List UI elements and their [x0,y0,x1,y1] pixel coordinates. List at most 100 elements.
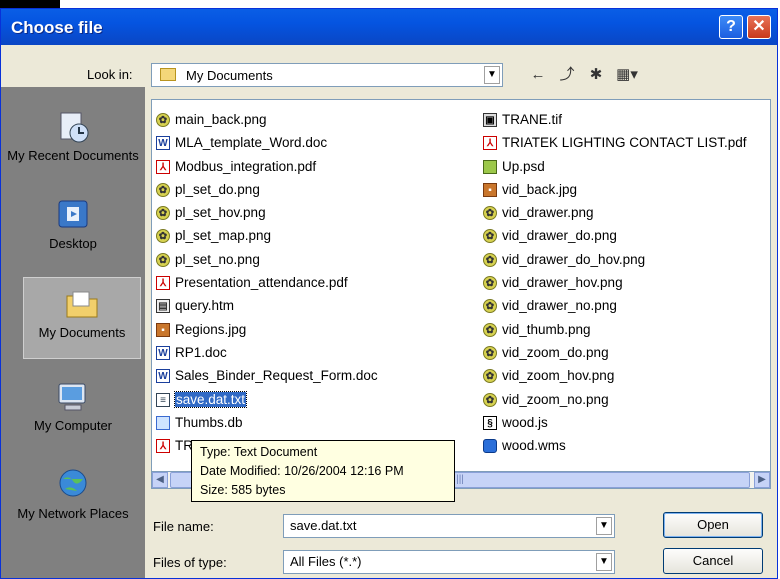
close-button[interactable]: ✕ [747,15,771,39]
word-document-icon: W [156,136,170,151]
scroll-right-arrow-icon[interactable]: ▶ [754,472,770,488]
chevron-down-icon[interactable]: ▼ [596,517,612,535]
network-places-icon [59,469,87,497]
place-label: My Recent Documents [7,148,139,163]
file-column: ▣ TRANE.tif ⅄ TRIATEK LIGHTING CONTACT LIS… [482,108,747,457]
place-label: Desktop [49,236,97,251]
place-my-documents[interactable]: My Documents [23,277,141,359]
file-type-value: All Files (*.*) [290,554,362,569]
file-name-value: save.dat.txt [290,518,357,533]
title-bar[interactable]: Choose file ? ✕ [1,9,777,45]
look-in-dropdown[interactable]: My Documents ▼ [151,63,503,87]
up-folder-icon[interactable]: ⤴ [557,65,577,85]
file-column: ✿ main_back.png W MLA_template_Word.doc ⅄ M… [155,108,378,457]
list-item[interactable]: W MLA_template_Word.doc [155,131,378,154]
list-item[interactable]: ⅄ TRIATEK LIGHTING CONTACT LIST.pdf [482,131,747,154]
image-file-icon: ✿ [483,322,497,337]
image-file-icon: ✿ [483,206,497,221]
cancel-button[interactable]: Cancel [663,548,763,574]
chevron-down-icon[interactable]: ▼ [484,66,500,84]
text-file-icon: ≡ [156,392,170,407]
place-network-places[interactable]: My Network Places [1,467,145,521]
look-in-value: My Documents [186,68,273,83]
image-file-icon: ✿ [483,345,497,360]
list-item[interactable]: ✿ vid_drawer_hov.png [482,271,747,294]
new-folder-icon[interactable]: ✱ [585,65,607,85]
jpeg-file-icon: ▪ [483,182,497,197]
list-item[interactable]: ✿ vid_zoom_do.png [482,341,747,364]
list-item[interactable]: W Sales_Binder_Request_Form.doc [155,364,378,387]
list-item[interactable]: ⅄ Presentation_attendance.pdf [155,271,378,294]
html-file-icon: ▤ [156,299,170,314]
word-document-icon: W [156,345,170,360]
list-item[interactable]: § wood.js [482,411,747,434]
image-file-icon: ✿ [483,392,497,407]
image-file-icon: ✿ [156,182,170,197]
database-file-icon [156,415,170,430]
place-recent-documents[interactable]: My Recent Documents [1,109,145,163]
pdf-icon: ⅄ [156,159,170,174]
list-item[interactable]: ▣ TRANE.tif [482,108,747,131]
views-menu-icon[interactable]: ▦▾ [613,65,641,85]
list-item[interactable]: ✿ pl_set_map.png [155,224,378,247]
desktop-icon [58,200,88,228]
list-item[interactable]: W RP1.doc [155,341,378,364]
file-name-input[interactable]: save.dat.txt ▼ [283,514,615,538]
file-list[interactable]: ✿ main_back.png W MLA_template_Word.doc ⅄ M… [151,99,771,489]
file-name-label: File name: [153,519,214,534]
file-type-select[interactable]: All Files (*.*) ▼ [283,550,615,574]
help-button[interactable]: ? [719,15,743,39]
pdf-icon: ⅄ [483,136,497,151]
list-item[interactable]: ▪ Regions.jpg [155,318,378,341]
place-label: My Computer [33,418,113,433]
list-item[interactable]: Thumbs.db [155,411,378,434]
file-info-tooltip: Type: Text Document Date Modified: 10/26… [191,440,455,502]
list-item-selected[interactable]: ≡ save.dat.txt [155,388,378,411]
my-computer-icon [58,383,86,411]
scroll-left-arrow-icon[interactable]: ◀ [152,472,168,488]
jpeg-file-icon: ▪ [156,322,170,337]
list-item[interactable]: ⅄ Modbus_integration.pdf [155,155,378,178]
open-button[interactable]: Open [663,512,763,538]
list-item[interactable]: Up.psd [482,155,747,178]
file-type-label: Files of type: [153,555,227,570]
tooltip-type: Type: Text Document [200,445,318,459]
background-decoration [0,0,60,8]
back-arrow-icon[interactable]: ← [529,65,547,85]
list-item[interactable]: ✿ vid_drawer_do_hov.png [482,248,747,271]
list-item[interactable]: ▪ vid_back.jpg [482,178,747,201]
window-title: Choose file [11,18,103,37]
image-file-icon: ✿ [483,229,497,244]
pdf-icon: ⅄ [156,439,170,454]
image-file-icon: ✿ [483,369,497,384]
look-in-label: Look in: [87,67,133,82]
list-item[interactable]: ✿ main_back.png [155,108,378,131]
list-item[interactable]: ✿ vid_drawer_no.png [482,294,747,317]
list-item[interactable]: ✿ vid_zoom_no.png [482,388,747,411]
image-file-icon: ✿ [156,113,170,127]
places-bar: My Recent Documents Desktop My Documents… [1,87,145,578]
chevron-down-icon[interactable]: ▼ [596,553,612,571]
list-item[interactable]: ✿ vid_thumb.png [482,318,747,341]
tooltip-modified: Date Modified: 10/26/2004 12:16 PM [200,464,404,478]
place-label: My Documents [38,325,126,340]
list-item[interactable]: ✿ pl_set_no.png [155,248,378,271]
folder-icon [160,68,176,81]
image-file-icon: ✿ [483,252,497,267]
list-item[interactable]: ▤ query.htm [155,294,378,317]
place-label: My Network Places [17,506,129,521]
tiff-file-icon: ▣ [483,113,497,127]
list-item[interactable]: ✿ vid_zoom_hov.png [482,364,747,387]
place-desktop[interactable]: Desktop [1,197,145,251]
my-documents-icon [66,291,98,318]
list-item[interactable]: ✿ vid_drawer_do.png [482,224,747,247]
photoshop-file-icon [483,159,497,174]
list-item[interactable]: ✿ pl_set_do.png [155,178,378,201]
image-file-icon: ✿ [483,299,497,314]
list-item[interactable]: ✿ vid_drawer.png [482,201,747,224]
list-item[interactable]: ✿ pl_set_hov.png [155,201,378,224]
list-item[interactable]: wood.wms [482,434,747,457]
script-file-icon: § [483,415,497,430]
place-my-computer[interactable]: My Computer [1,379,145,433]
image-file-icon: ✿ [156,229,170,244]
